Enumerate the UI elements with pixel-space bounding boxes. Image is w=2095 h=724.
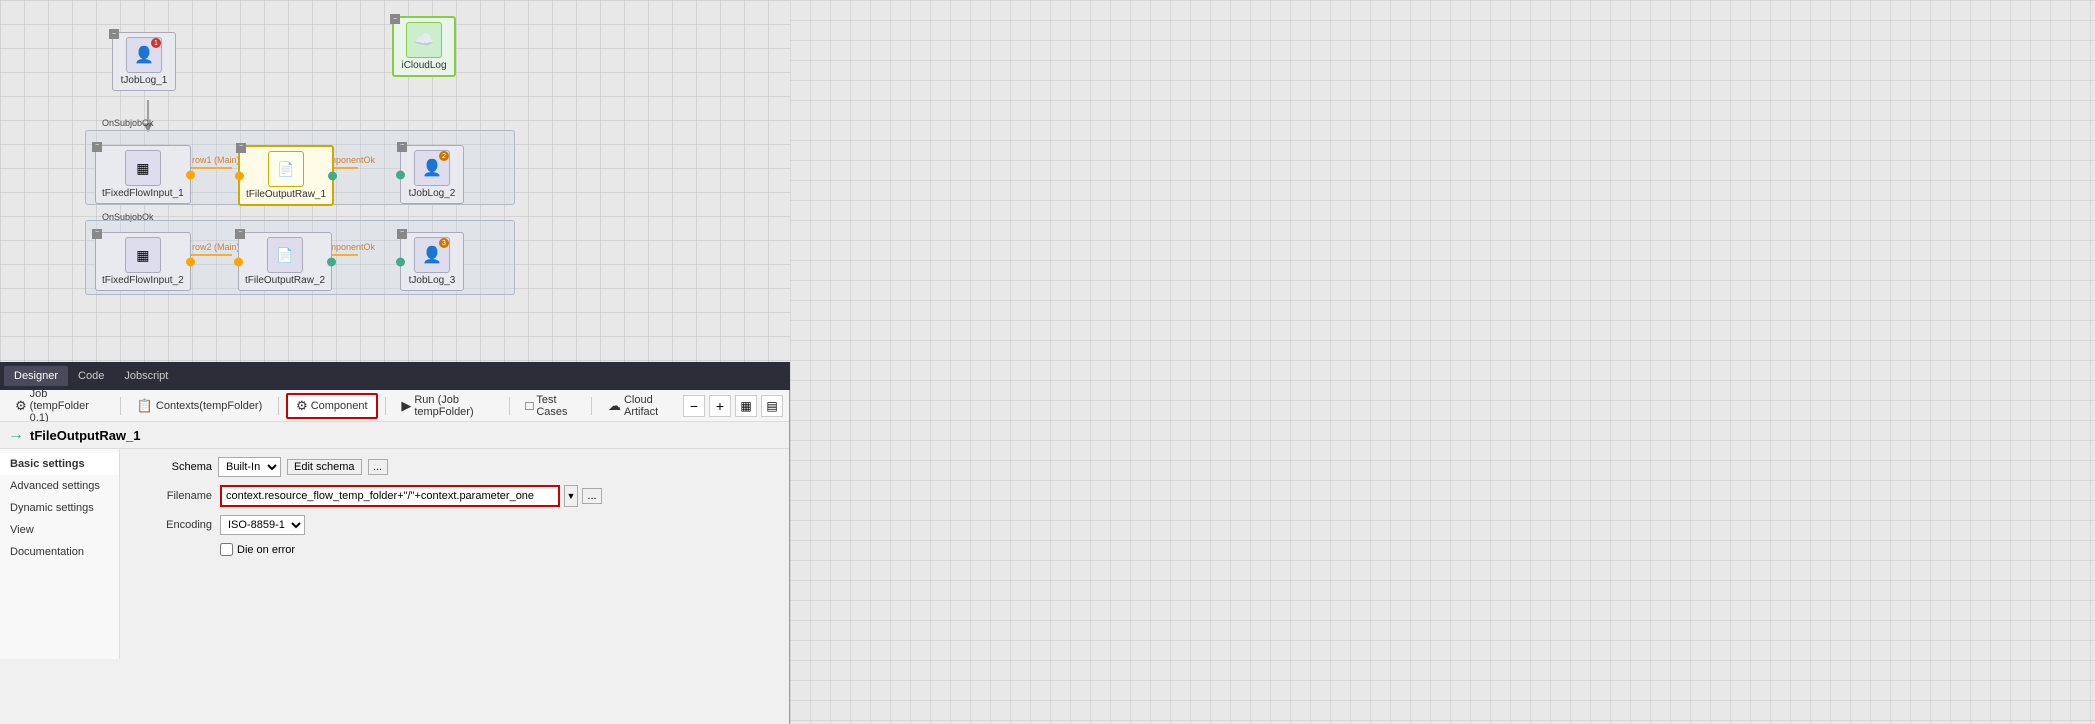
sidebar-item-basic-settings[interactable]: Basic settings [0,453,119,475]
tab-testcases[interactable]: □ Test Cases [517,390,585,422]
settings-content: Schema Built-In Edit schema ... Filename… [120,449,789,659]
encoding-label: Encoding [132,519,212,531]
tab-component[interactable]: ⚙ Component [286,393,378,419]
tab-job[interactable]: ⚙ Job (tempFolder 0.1) [6,384,113,428]
contexts-icon: 📋 [137,398,153,414]
cloud-icon: ☁ [608,398,621,414]
settings-sidebar: Basic settings Advanced settings Dynamic… [0,449,120,659]
node-tjoblog3[interactable]: 👤 3 tJobLog_3 − [400,232,464,291]
component-title-text: tFileOutputRaw_1 [30,428,141,443]
separator [385,397,386,415]
filename-input[interactable] [220,485,560,507]
settings-layout: Basic settings Advanced settings Dynamic… [0,449,789,659]
node-tjoblog2[interactable]: 👤 2 tJobLog_2 − [400,145,464,204]
right-canvas-area [790,0,2095,724]
component-title-icon: → [8,426,24,444]
sidebar-item-advanced-settings[interactable]: Advanced settings [0,475,119,497]
flow-canvas: OnSubjobOk row1 (Main) OnComponentOk OnS… [0,0,790,362]
node-icloudlog[interactable]: ☁️ iCloudLog − [392,16,456,77]
sidebar-item-documentation[interactable]: Documentation [0,541,119,563]
schema-row: Schema Built-In Edit schema ... [132,457,777,477]
edit-schema-button[interactable]: Edit schema [287,459,362,475]
node-tjoblog1[interactable]: 👤 1 tJobLog_1 − [112,32,176,91]
run-icon: ▶ [401,398,411,414]
bottom-tabs-bar: Designer Code Jobscript [0,362,790,390]
filename-row: Filename ▼ ... [132,485,777,507]
node-label: tFixedFlowInput_2 [102,275,184,286]
die-on-error-row: Die on error [220,543,777,556]
node-tfixedflow1[interactable]: ▦ tFixedFlowInput_1 − [95,145,191,204]
separator [278,397,279,415]
list-view-btn[interactable]: ▤ [761,395,783,417]
tab-cloudartifact[interactable]: ☁ Cloud Artifact [599,390,679,422]
node-label: tFileOutputRaw_1 [246,189,326,200]
separator [120,397,121,415]
schema-dots-button[interactable]: ... [368,459,388,475]
tab-jobscript[interactable]: Jobscript [114,366,178,386]
node-label: iCloudLog [400,60,448,71]
node-tfixedflow2[interactable]: ▦ tFixedFlowInput_2 − [95,232,191,291]
filename-label: Filename [132,490,212,502]
schema-select[interactable]: Built-In [218,457,281,477]
component-icon: ⚙ [296,398,308,414]
sidebar-item-dynamic-settings[interactable]: Dynamic settings [0,497,119,519]
encoding-select[interactable]: ISO-8859-1 [220,515,305,535]
node-label: tFileOutputRaw_2 [245,275,325,286]
tab-run[interactable]: ▶ Run (Job tempFolder) [392,390,501,422]
sidebar-item-view[interactable]: View [0,519,119,541]
tab-contexts[interactable]: 📋 Contexts(tempFolder) [128,394,272,418]
filename-dots-button[interactable]: ... [582,488,602,504]
toolbar-right-icons: − + ▦ ▤ [683,395,783,417]
node-label: tFixedFlowInput_1 [102,188,184,199]
zoom-in-btn[interactable]: + [709,395,731,417]
toolbar-row: ⚙ Job (tempFolder 0.1) 📋 Contexts(tempFo… [0,390,789,422]
filename-arrow-btn[interactable]: ▼ [564,485,578,507]
die-on-error-label: Die on error [237,544,295,556]
job-icon: ⚙ [15,398,27,414]
separator [509,397,510,415]
node-tfileoutputraw2[interactable]: 📄 tFileOutputRaw_2 − [238,232,332,291]
schema-label: Schema [132,461,212,473]
node-tfileoutputraw1[interactable]: 📄 tFileOutputRaw_1 − [238,145,334,206]
die-on-error-checkbox[interactable] [220,543,233,556]
filename-input-container: ▼ ... [220,485,602,507]
node-label: tJobLog_3 [407,275,457,286]
node-label: tJobLog_1 [119,75,169,86]
separator [591,397,592,415]
zoom-out-btn[interactable]: − [683,395,705,417]
node-label: tJobLog_2 [407,188,457,199]
grid-view-btn[interactable]: ▦ [735,395,757,417]
encoding-row: Encoding ISO-8859-1 [132,515,777,535]
testcases-icon: □ [526,398,534,413]
component-title-bar: → tFileOutputRaw_1 [0,422,789,449]
